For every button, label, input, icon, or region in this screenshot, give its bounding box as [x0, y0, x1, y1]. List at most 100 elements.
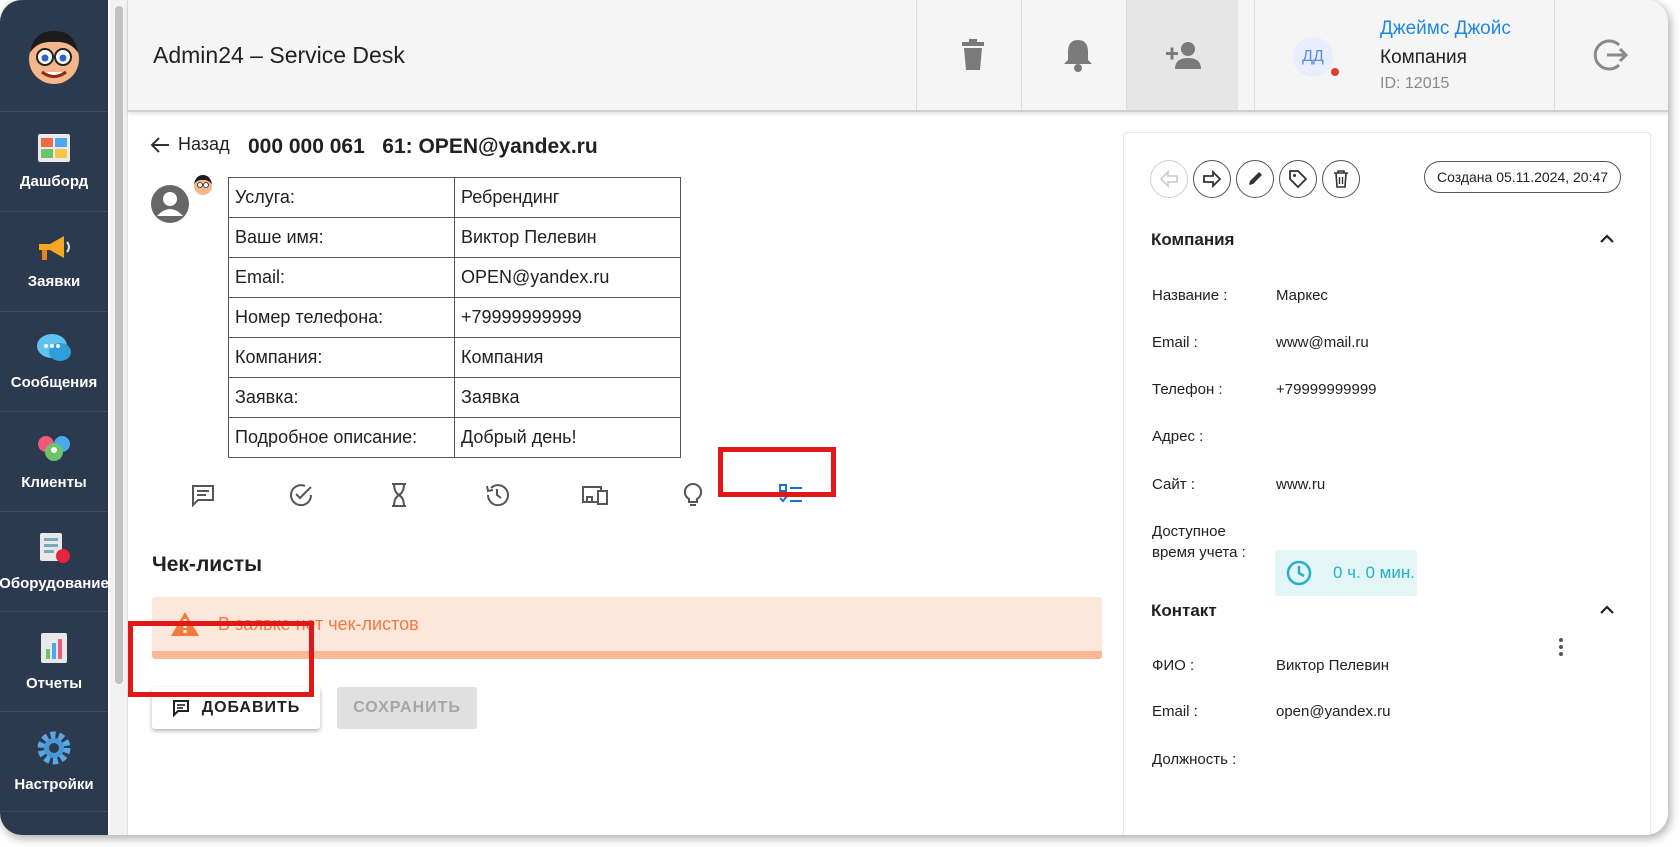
forward-button[interactable]	[1193, 160, 1231, 198]
hourglass-icon	[392, 483, 406, 507]
equipment-icon	[40, 533, 70, 563]
reply-button[interactable]	[1150, 160, 1188, 198]
form-field-value: Компания	[454, 337, 681, 378]
time-label-line1: Доступное	[1152, 523, 1226, 540]
company-name-label: Название :	[1152, 287, 1228, 304]
user-id: ID: 12015	[1380, 75, 1450, 92]
edit-button[interactable]	[1236, 160, 1274, 198]
form-field-value: Ребрендинг	[454, 177, 681, 218]
chevron-up-icon[interactable]	[1599, 603, 1615, 615]
sidebar-item-label: Настройки	[14, 776, 94, 793]
ticket-title: 000 000 061 61: OPEN@yandex.ru	[248, 135, 598, 158]
form-field-value: OPEN@yandex.ru	[454, 257, 681, 298]
app-title: Admin24 – Service Desk	[153, 42, 405, 68]
sidebar-item-settings[interactable]: Настройки	[0, 712, 108, 812]
contact-email-label: Email :	[1152, 703, 1198, 720]
form-field-label: Услуга:	[228, 177, 455, 218]
contact-name-value: Виктор Пелевин	[1276, 657, 1390, 674]
user-name-link[interactable]: Джеймс Джойс	[1380, 18, 1511, 40]
logout-icon	[1593, 39, 1628, 71]
contact-name-label: ФИО :	[1152, 657, 1195, 674]
tag-icon	[1289, 170, 1308, 189]
sidebar-item-dashboard[interactable]: Дашборд	[0, 112, 108, 212]
app-logo[interactable]	[0, 0, 108, 112]
sidebar-item-equipment[interactable]: Оборудование	[0, 512, 109, 612]
save-button[interactable]: СОХРАНИТЬ	[337, 687, 477, 729]
arrow-forward-icon	[1203, 170, 1222, 188]
highlight-box-checklist-tab	[718, 447, 836, 497]
form-field-label: Заявка:	[228, 377, 455, 418]
contact-position-label: Должность :	[1152, 751, 1237, 768]
form-field-value: Виктор Пелевин	[454, 217, 681, 258]
arrow-back-icon	[1159, 170, 1178, 188]
back-label: Назад	[178, 134, 230, 154]
available-time-chip: 0 ч. 0 мин.	[1275, 550, 1417, 596]
devices-icon	[582, 486, 608, 505]
settings-gear-icon	[37, 731, 71, 765]
user-avatar-icon	[151, 185, 189, 223]
created-date-badge: Создана 05.11.2024, 20:47	[1424, 161, 1622, 193]
sidebar-item-messages[interactable]: Сообщения	[0, 312, 108, 412]
scrollbar-thumb[interactable]	[115, 6, 123, 684]
tab-comments[interactable]	[150, 470, 256, 520]
form-field-value: +79999999999	[454, 297, 681, 338]
sidebar-scrollbar[interactable]	[110, 0, 128, 835]
chevron-up-icon[interactable]	[1599, 232, 1615, 244]
agent-avatar-icon	[194, 175, 212, 195]
form-row: Компания: Компания	[228, 337, 681, 378]
checklists-title: Чек-листы	[152, 553, 263, 576]
pencil-icon	[1249, 172, 1262, 185]
megaphone-icon	[39, 236, 70, 260]
arrow-left-icon	[150, 136, 169, 153]
tag-button[interactable]	[1279, 160, 1317, 198]
avatar[interactable]: ДД	[1293, 37, 1333, 77]
sidebar-item-reports[interactable]: Отчеты	[0, 612, 108, 712]
tab-tasks[interactable]	[248, 470, 354, 520]
tab-history[interactable]	[444, 470, 550, 520]
back-link[interactable]: Назад	[150, 134, 230, 155]
add-user-icon	[1165, 42, 1201, 69]
form-row: Услуга: Ребрендинг	[228, 177, 681, 218]
trash-button[interactable]	[916, 0, 1028, 110]
form-field-value: Заявка	[454, 377, 681, 418]
sidebar-item-label: Клиенты	[21, 474, 87, 491]
company-phone-value: +79999999999	[1276, 381, 1377, 398]
form-field-label: Подробное описание:	[228, 417, 455, 458]
sidebar-item-clients[interactable]: Клиенты	[0, 412, 108, 512]
dashboard-icon	[38, 134, 70, 162]
check-circle-icon	[290, 484, 313, 507]
more-vert-icon[interactable]	[1557, 637, 1565, 657]
top-header: Admin24 – Service Desk ДД Джеймс Джойс К…	[128, 0, 1668, 112]
lightbulb-icon	[683, 482, 703, 506]
comments-icon	[192, 485, 214, 507]
time-label-line2: время учета :	[1152, 544, 1246, 561]
company-phone-label: Телефон :	[1152, 381, 1223, 398]
app-window: Дашборд Заявки Сообщения Клиенты Оборудо…	[0, 0, 1668, 835]
contact-section-title: Контакт	[1151, 601, 1217, 620]
form-row: Номер телефона: +79999999999	[228, 297, 681, 338]
notifications-button[interactable]	[1021, 0, 1133, 110]
sidebar-item-tickets[interactable]: Заявки	[0, 212, 108, 312]
user-profile[interactable]: ДД Джеймс Джойс Компания ID: 12015	[1254, 0, 1554, 110]
tab-devices[interactable]	[542, 470, 648, 520]
company-name-value: Маркес	[1276, 287, 1328, 304]
form-field-label: Ваше имя:	[228, 217, 455, 258]
user-company: Компания	[1380, 47, 1467, 68]
sidebar: Дашборд Заявки Сообщения Клиенты Оборудо…	[0, 0, 109, 835]
sidebar-item-label: Сообщения	[10, 374, 98, 391]
form-row: Подробное описание: Добрый день!	[228, 417, 681, 458]
contact-email-value: open@yandex.ru	[1276, 703, 1391, 720]
sidebar-item-label: Отчеты	[25, 675, 83, 692]
tab-timer[interactable]	[346, 470, 452, 520]
clock-icon	[1286, 560, 1312, 586]
report-icon	[41, 633, 67, 663]
highlight-box-add-button	[128, 621, 314, 697]
form-field-label: Email:	[228, 257, 455, 298]
add-user-button[interactable]	[1126, 0, 1238, 110]
trash-icon	[1334, 170, 1348, 188]
available-time-value: 0 ч. 0 мин.	[1333, 563, 1415, 582]
company-site-value: www.ru	[1276, 476, 1326, 493]
logout-button[interactable]	[1554, 0, 1666, 110]
form-row: Ваше имя: Виктор Пелевин	[228, 217, 681, 258]
delete-button[interactable]	[1322, 160, 1360, 198]
